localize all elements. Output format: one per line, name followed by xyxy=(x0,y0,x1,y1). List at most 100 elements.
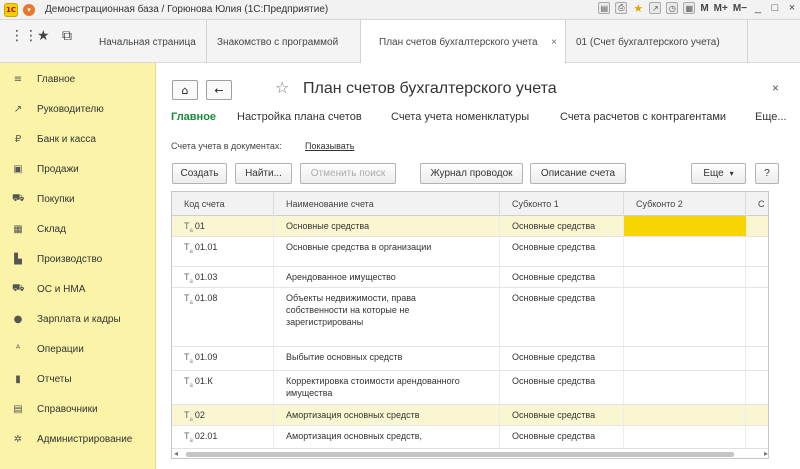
sidebar-item-reports[interactable]: ▮ Отчеты xyxy=(0,364,156,394)
main-menu-icon[interactable]: ▾ xyxy=(23,3,35,16)
cell-subconto1: Основные средства xyxy=(500,237,624,266)
sidebar-item-main[interactable]: ≡ Главное xyxy=(0,64,156,94)
sidebar-item-label: Администрирование xyxy=(37,433,133,445)
show-accounts-link[interactable]: Показывать xyxy=(305,141,354,151)
home-button[interactable]: ⌂ xyxy=(172,80,198,100)
favorite-star-icon[interactable]: ☆ xyxy=(275,78,289,97)
help-button[interactable]: ? xyxy=(755,163,779,184)
link-icon[interactable]: ↗ xyxy=(649,2,662,14)
favorites-star-icon[interactable]: ★ xyxy=(37,28,50,44)
sections-panel: ≡ Главное ↗ Руководителю ₽ Банк и касса … xyxy=(0,63,156,469)
account-type-icon: Т xyxy=(184,242,190,252)
sidebar-item-sales[interactable]: ▣ Продажи xyxy=(0,154,156,184)
cell-name: Выбытие основных средств xyxy=(274,347,500,370)
print-icon[interactable]: ⎙ xyxy=(615,2,628,14)
truck-icon: ⛟ xyxy=(12,192,25,204)
column-header-name[interactable]: Наименование счета xyxy=(274,192,500,216)
page-title: План счетов бухгалтерского учета xyxy=(303,80,557,97)
tab-account-01[interactable]: 01 (Счет бухгалтерского учета) xyxy=(566,20,748,63)
scrollbar-thumb[interactable] xyxy=(186,452,734,457)
table-row[interactable]: Та 01.К Корректировка стоимости арендован… xyxy=(172,371,768,405)
sidebar-item-administration[interactable]: ✲ Администрирование xyxy=(0,424,156,454)
close-window-button[interactable]: × xyxy=(786,2,798,14)
back-button[interactable]: ← xyxy=(206,80,232,100)
tab-introduction[interactable]: Знакомство с программой xyxy=(207,20,361,63)
tab-home[interactable]: Начальная страница xyxy=(89,20,207,63)
sidebar-item-label: Склад xyxy=(37,223,66,235)
scroll-right-icon[interactable]: ▸ xyxy=(764,449,768,458)
sidebar-item-label: Главное xyxy=(37,73,76,85)
sidebar-item-catalogs[interactable]: ▤ Справочники xyxy=(0,394,156,424)
cancel-search-button[interactable]: Отменить поиск xyxy=(300,163,396,184)
close-form-button[interactable]: × xyxy=(772,81,779,95)
tab-plan-settings[interactable]: Настройка плана счетов xyxy=(237,111,362,123)
minimize-button[interactable]: _ xyxy=(752,2,764,14)
tab-more[interactable]: Еще... xyxy=(755,111,787,123)
sidebar-item-purchases[interactable]: ⛟ Покупки xyxy=(0,184,156,214)
cell-code-value: 01 xyxy=(194,221,205,231)
more-button[interactable]: Еще ▾ xyxy=(691,163,746,184)
account-type-sub: а xyxy=(189,358,193,365)
column-header-subconto1[interactable]: Субконто 1 xyxy=(500,192,624,216)
cell-code-value: 01.09 xyxy=(194,352,218,362)
sidebar-item-warehouse[interactable]: ▦ Склад xyxy=(0,214,156,244)
favorites-icon[interactable]: ★ xyxy=(632,2,644,15)
tab-chart-of-accounts[interactable]: План счетов бухгалтерского учета × xyxy=(361,20,566,64)
history-icon[interactable]: ◷ xyxy=(666,2,679,14)
scroll-left-icon[interactable]: ◂ xyxy=(174,449,178,458)
cell-code: Та 01.К xyxy=(172,371,274,404)
tab-label: Начальная страница xyxy=(99,37,196,48)
horizontal-scrollbar[interactable]: ◂ ▸ xyxy=(172,448,768,458)
account-description-button[interactable]: Описание счета xyxy=(530,163,626,184)
table-row[interactable]: Та 01.01 Основные средства в организации … xyxy=(172,237,768,267)
maximize-button[interactable]: □ xyxy=(769,2,781,14)
sidebar-item-production[interactable]: ▙ Производство xyxy=(0,244,156,274)
cell-subconto1: Основные средства xyxy=(500,405,624,425)
memory-plus-button[interactable]: M+ xyxy=(714,3,728,14)
cell-subconto2 xyxy=(624,405,746,425)
account-type-sub: а xyxy=(189,382,193,389)
chevron-down-icon: ▾ xyxy=(729,169,734,178)
table-row[interactable]: Та 01.08 Объекты недвижимости, права собс… xyxy=(172,288,768,347)
form-area: ⌂ ← ☆ План счетов бухгалтерского учета ×… xyxy=(157,64,800,469)
apps-grid-icon[interactable]: ⋮⋮ xyxy=(10,28,38,44)
cell-subconto2-selected[interactable] xyxy=(624,216,746,236)
find-button[interactable]: Найти... xyxy=(235,163,292,184)
table-row[interactable]: Та 01 Основные средства Основные средства xyxy=(172,216,768,237)
sidebar-item-fixed-assets[interactable]: ⛟ ОС и НМА xyxy=(0,274,156,304)
cell-name: Корректировка стоимости арендованного им… xyxy=(274,371,500,404)
cell-code: Та 01 xyxy=(172,216,274,236)
memory-button[interactable]: M xyxy=(700,3,708,14)
column-header-subconto2[interactable]: Субконто 2 xyxy=(624,192,746,216)
tab-main[interactable]: Главное xyxy=(171,111,216,123)
sidebar-item-operations[interactable]: ᴬ Операции xyxy=(0,334,156,364)
cell-code: Та 01.01 xyxy=(172,237,274,266)
create-button[interactable]: Создать xyxy=(172,163,227,184)
column-header-subconto3[interactable]: С xyxy=(746,192,768,216)
table-row[interactable]: Та 02 Амортизация основных средств Основн… xyxy=(172,405,768,426)
table-row[interactable]: Та 01.09 Выбытие основных средств Основны… xyxy=(172,347,768,371)
account-type-sub: а xyxy=(189,299,193,306)
truck-icon: ⛟ xyxy=(12,282,25,294)
cell-code-value: 01.К xyxy=(194,376,213,386)
sidebar-item-salary[interactable]: ● Зарплата и кадры xyxy=(0,304,156,334)
tab-counterparty-accounts[interactable]: Счета расчетов с контрагентами xyxy=(560,111,726,123)
journal-button[interactable]: Журнал проводок xyxy=(420,163,523,184)
sidebar-item-bank[interactable]: ₽ Банк и касса xyxy=(0,124,156,154)
sidebar-item-manager[interactable]: ↗ Руководителю xyxy=(0,94,156,124)
column-header-code[interactable]: Код счета xyxy=(172,192,274,216)
cell-code-value: 01.01 xyxy=(194,242,218,252)
account-type-icon: Т xyxy=(184,376,190,386)
account-type-icon: Т xyxy=(184,352,190,362)
ruble-icon: ₽ xyxy=(14,133,22,145)
close-tab-icon[interactable]: × xyxy=(551,37,557,48)
calendar-icon[interactable]: ▦ xyxy=(683,2,696,14)
memory-minus-button[interactable]: M− xyxy=(733,3,747,14)
tab-item-accounts[interactable]: Счета учета номенклатуры xyxy=(391,111,529,123)
table-row[interactable]: Та 01.03 Арендованное имущество Основные … xyxy=(172,267,768,288)
history-icon[interactable]: ⧉ xyxy=(62,28,72,44)
document-icon[interactable]: ▤ xyxy=(598,2,611,14)
account-type-icon: Т xyxy=(184,293,190,303)
cell-code-value: 01.08 xyxy=(194,293,218,303)
account-type-sub: а xyxy=(189,416,193,423)
